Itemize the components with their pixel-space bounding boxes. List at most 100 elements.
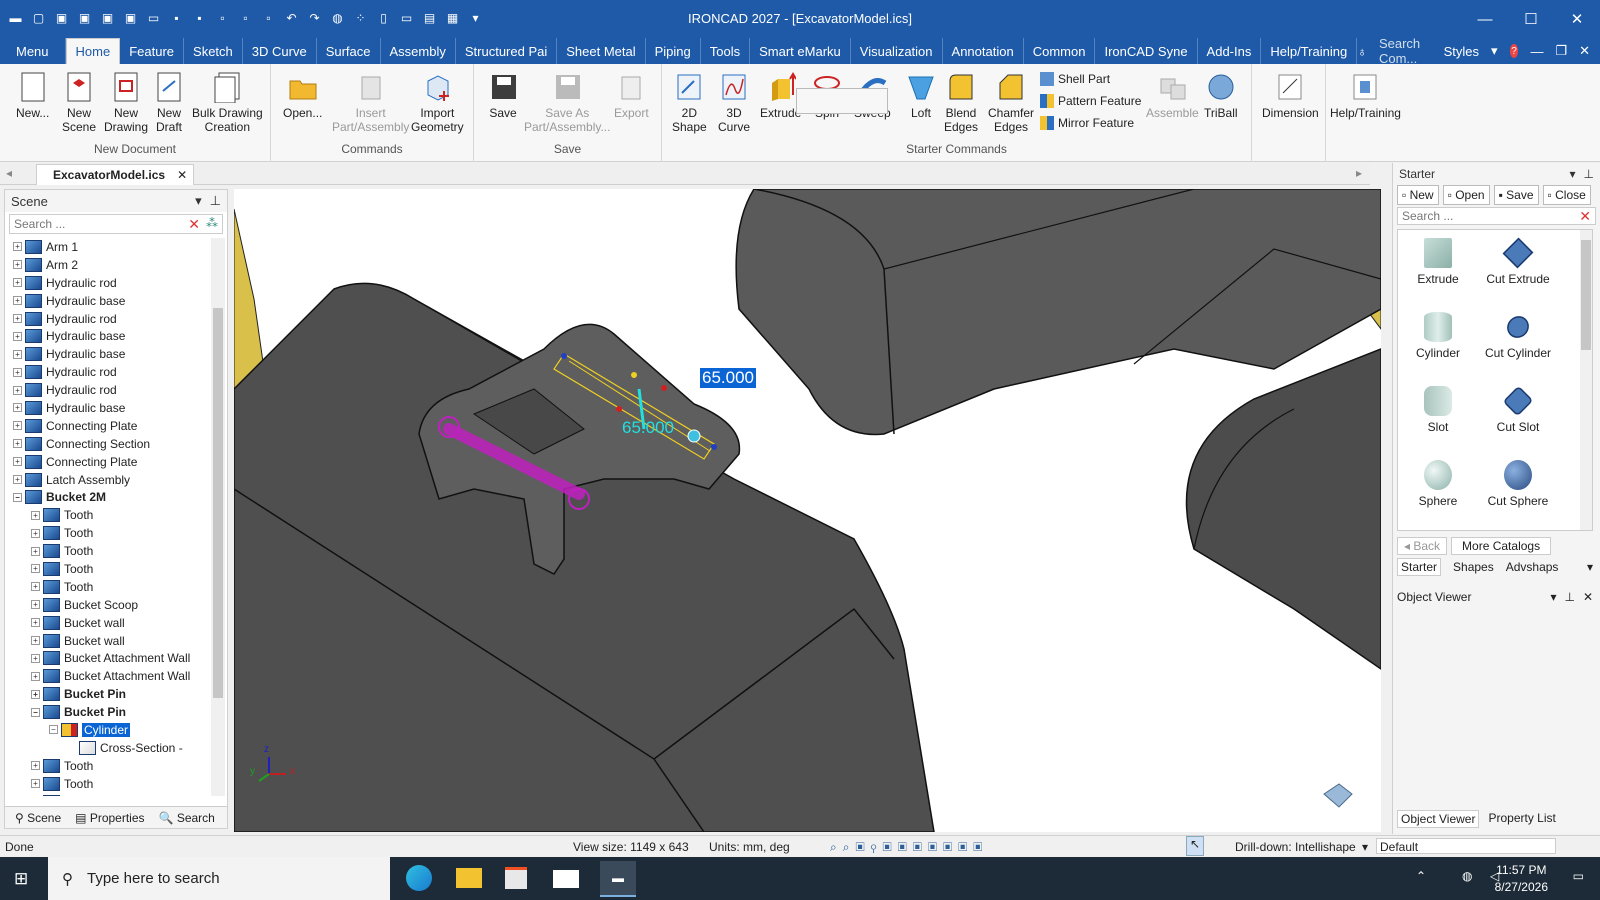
insert-part-button[interactable]: Insert Part/Assembly [332,70,409,134]
notifications-icon[interactable]: ▭ [1573,869,1584,883]
tab-property-list[interactable]: Property List [1485,810,1558,828]
expand-toggle-icon[interactable]: + [13,331,22,341]
scroll-right-icon[interactable]: ▸ [1356,166,1362,180]
chamfer-edges-button[interactable]: Chamfer Edges [988,70,1034,134]
tree-item[interactable]: + Connecting Section [13,435,207,453]
tree-item[interactable]: + Bucket Attachment Wall [13,649,207,667]
taskbar-search-input[interactable]: ⚲ Type here to search [48,857,390,900]
tree-item[interactable]: + Hydraulic base [13,327,207,345]
import-geometry-button[interactable]: Import Geometry [411,70,464,134]
file-explorer-icon[interactable] [456,868,482,888]
tab-scene[interactable]: ⚲ Scene [15,811,61,825]
panel-menu-icon[interactable]: ▾ [1570,167,1576,181]
expand-toggle-icon[interactable]: + [13,314,22,323]
catalog-search-input[interactable]: Search ... ✕ [1397,207,1596,225]
tree-item[interactable]: +Tooth [13,793,207,796]
status-tool-icons[interactable]: ⌕⌕▣⚲▣▣▣▣▣▣▣ [830,840,988,855]
save-button[interactable]: Save [488,70,518,120]
tab-sketch[interactable]: Sketch [184,38,243,64]
expand-toggle-icon[interactable]: + [13,403,22,413]
tab-annotation[interactable]: Annotation [943,38,1024,64]
tab-piping[interactable]: Piping [646,38,701,64]
expand-toggle-icon[interactable]: + [31,564,40,574]
tree-item[interactable]: +Tooth [13,506,207,524]
tree-item[interactable]: − Bucket 2M [13,488,207,506]
tray-chevron-icon[interactable]: ⌃ [1416,869,1426,883]
tree-item[interactable]: − Bucket Pin [13,703,207,721]
tab-ironcad-sync[interactable]: IronCAD Syne [1095,38,1198,64]
expand-toggle-icon[interactable]: + [31,528,40,538]
tree-item[interactable]: +Tooth [13,542,207,560]
styles-dropdown[interactable]: Styles [1444,44,1479,59]
tab-surface[interactable]: Surface [317,38,381,64]
expand-toggle-icon[interactable]: + [31,600,40,610]
search-commands-input[interactable]: Search Com... [1379,36,1432,66]
dimension-value-overlay[interactable]: 65.000 [622,418,674,438]
tab-feature[interactable]: Feature [120,38,185,64]
tree-item[interactable]: +Tooth [13,757,207,775]
chevron-down-icon[interactable]: ▾ [1491,43,1498,59]
tree-item[interactable]: + Hydraulic base [13,292,207,310]
catalog-item-cut-sphere[interactable]: Cut Sphere [1478,460,1558,508]
pin-icon[interactable]: ⊥ [1584,167,1594,181]
tab-tools[interactable]: Tools [701,38,751,64]
catalog-back-button[interactable]: ◂ Back [1397,537,1448,555]
expand-toggle-icon[interactable]: − [49,725,58,735]
expand-toggle-icon[interactable]: + [13,242,22,252]
tab-menu[interactable]: Menu [0,38,66,64]
expand-toggle-icon[interactable]: + [31,618,40,628]
tree-item[interactable]: + Hydraulic base [13,399,207,417]
tab-structured-part[interactable]: Structured Pai [456,38,558,64]
expand-toggle-icon[interactable]: + [13,367,22,377]
drilldown-dropdown[interactable]: Drill-down: Intellishape [1235,840,1356,854]
new-draft-button[interactable]: New Draft [154,70,184,134]
catalog-item-cut-cylinder[interactable]: Cut Cylinder [1478,311,1558,360]
scene-scrollbar[interactable] [211,238,225,796]
panel-menu-icon[interactable]: ▾ [1550,590,1556,604]
catalog-open-button[interactable]: ▫ Open [1442,185,1490,205]
tree-item[interactable]: + Arm 1 [13,238,207,256]
tree-item[interactable]: + Hydraulic rod [13,310,207,328]
loft-button[interactable]: Loft [906,70,936,120]
expand-toggle-icon[interactable]: + [31,510,40,520]
tree-item[interactable]: + Latch Assembly [13,471,207,489]
mirror-feature-button[interactable]: Mirror Feature [1040,116,1134,130]
expand-toggle-icon[interactable]: + [31,546,40,556]
expand-toggle-icon[interactable]: − [31,707,40,717]
tree-item[interactable]: + Connecting Plate [13,417,207,435]
expand-toggle-icon[interactable]: + [13,296,22,306]
save-as-button[interactable]: Save As Part/Assembly... [524,70,610,134]
catalog-item-slot[interactable]: Slot [1398,386,1478,434]
tab-search[interactable]: 🔍 Search [159,811,215,825]
expand-toggle-icon[interactable]: + [31,779,40,789]
tab-sheet-metal[interactable]: Sheet Metal [557,38,646,64]
catalog-scrollbar[interactable] [1580,230,1592,530]
expand-toggle-icon[interactable]: + [13,421,22,431]
tree-item[interactable]: + Bucket Scoop [13,596,207,614]
catalog-tab-advshaps[interactable]: Advshaps [1506,560,1559,574]
export-button[interactable]: Export [614,70,649,120]
catalog-item-extrude[interactable]: Extrude [1398,238,1478,286]
close-panel-icon[interactable]: ✕ [1583,590,1593,604]
tree-item[interactable]: +Tooth [13,560,207,578]
pin-icon[interactable]: ⊥ [210,193,221,209]
tab-assembly[interactable]: Assembly [381,38,456,64]
close-window-button[interactable]: ✕ [1554,0,1600,38]
system-clock[interactable]: 11:57 PM 8/27/2026 [1495,862,1548,896]
expand-toggle-icon[interactable]: + [13,439,22,449]
expand-toggle-icon[interactable]: + [13,349,22,359]
tab-home[interactable]: Home [65,38,121,64]
tab-common[interactable]: Common [1024,38,1096,64]
tree-item[interactable]: − Cylinder [13,721,207,739]
clear-search-icon[interactable]: ✕ [1579,208,1591,225]
dimension-button[interactable]: Dimension [1262,70,1319,120]
panel-menu-icon[interactable]: ▾ [195,193,202,209]
tree-item[interactable]: + Hydraulic rod [13,274,207,292]
expand-toggle-icon[interactable]: + [31,653,40,663]
tree-item[interactable]: + Hydraulic rod [13,381,207,399]
scroll-left-icon[interactable]: ◂ [6,166,12,180]
scene-search-input[interactable]: Search ... ✕ ⁂ [9,214,223,234]
blend-edges-button[interactable]: Blend Edges [944,70,978,134]
view-cube-icon[interactable] [1323,783,1353,808]
tab-object-viewer[interactable]: Object Viewer [1397,810,1480,828]
